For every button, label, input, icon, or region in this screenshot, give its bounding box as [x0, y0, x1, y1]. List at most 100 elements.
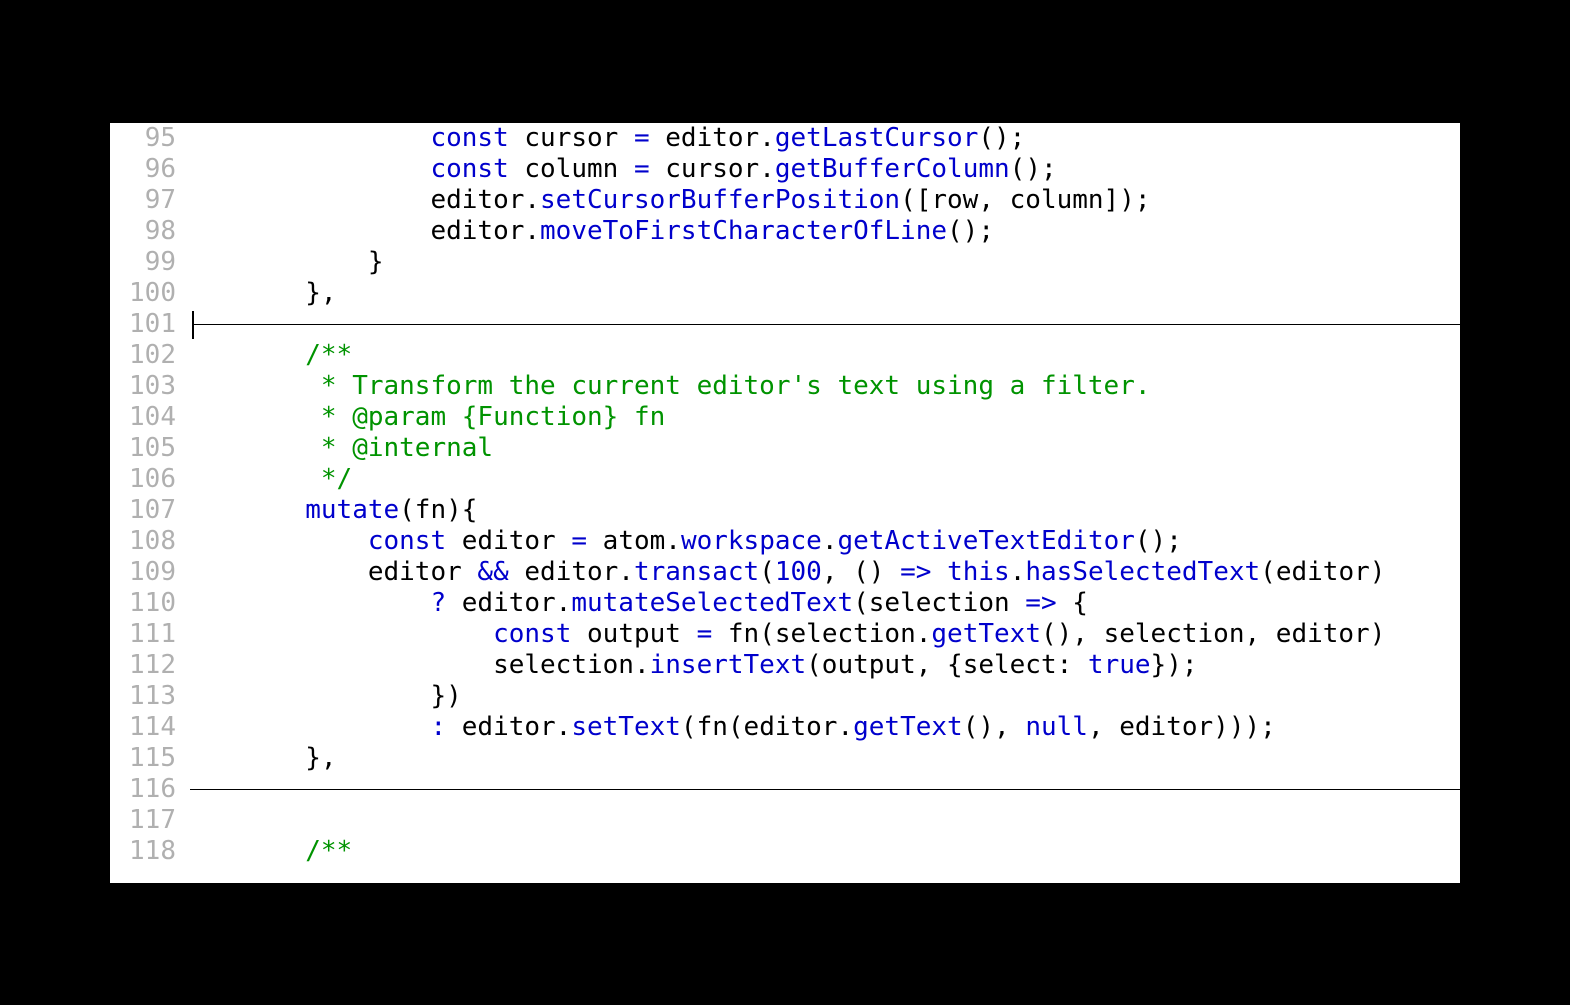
token-plain: column	[509, 154, 634, 184]
line-number: 96	[120, 154, 176, 185]
token-plain: , ()	[822, 557, 900, 587]
token-plain: },	[180, 743, 337, 773]
token-op: =>	[900, 557, 931, 587]
token-method: mutateSelectedText	[571, 588, 853, 618]
line-number: 102	[120, 340, 176, 371]
code-line[interactable]: const output = fn(selection.getText(), s…	[180, 619, 1460, 650]
token-num: 100	[775, 557, 822, 587]
token-comment: * @internal	[305, 433, 493, 463]
line-number: 113	[120, 681, 176, 712]
code-line[interactable]: const editor = atom.workspace.getActiveT…	[180, 526, 1460, 557]
code-line[interactable]: editor.moveToFirstCharacterOfLine();	[180, 216, 1460, 247]
code-line[interactable]: const cursor = editor.getLastCursor();	[180, 123, 1460, 154]
token-op: =	[634, 154, 650, 184]
code-line[interactable]: editor.setCursorBufferPosition([row, col…	[180, 185, 1460, 216]
code-line[interactable]: editor && editor.transact(100, () => thi…	[180, 557, 1460, 588]
code-line[interactable]: },	[180, 278, 1460, 309]
code-content[interactable]: const cursor = editor.getLastCursor(); c…	[180, 123, 1460, 883]
token-plain: editor.	[446, 712, 571, 742]
code-line[interactable]: : editor.setText(fn(editor.getText(), nu…	[180, 712, 1460, 743]
code-line[interactable]: },	[180, 743, 1460, 774]
code-line[interactable]: /**	[180, 836, 1460, 867]
token-plain: editor	[180, 557, 477, 587]
line-number: 104	[120, 402, 176, 433]
token-op: =	[697, 619, 713, 649]
token-keyword: const	[430, 123, 508, 153]
line-number: 101	[120, 309, 176, 340]
token-method: hasSelectedText	[1025, 557, 1260, 587]
token-plain: {	[1057, 588, 1088, 618]
token-def: mutate	[305, 495, 399, 525]
token-op: =	[571, 526, 587, 556]
line-number: 98	[120, 216, 176, 247]
token-plain: editor.	[509, 557, 634, 587]
token-plain	[180, 712, 430, 742]
token-comment: */	[305, 464, 352, 494]
code-line[interactable]	[180, 774, 1460, 805]
code-editor[interactable]: 9596979899100101102103104105106107108109…	[110, 123, 1460, 883]
token-plain	[180, 464, 305, 494]
token-plain: (output, {select:	[806, 650, 1088, 680]
token-comment: /**	[305, 836, 352, 866]
token-keyword: const	[493, 619, 571, 649]
token-plain: fn(selection.	[712, 619, 931, 649]
token-plain: ();	[1010, 154, 1057, 184]
token-plain: ();	[947, 216, 994, 246]
code-line[interactable]: }	[180, 247, 1460, 278]
token-plain	[180, 588, 430, 618]
code-line[interactable]: * @param {Function} fn	[180, 402, 1460, 433]
line-number: 111	[120, 619, 176, 650]
line-number: 103	[120, 371, 176, 402]
token-keyword: const	[368, 526, 446, 556]
token-keyword: this	[947, 557, 1010, 587]
token-plain: cursor.	[650, 154, 775, 184]
line-number: 108	[120, 526, 176, 557]
cursor-caret	[192, 311, 194, 339]
line-number: 110	[120, 588, 176, 619]
line-number: 115	[120, 743, 176, 774]
token-plain: (	[759, 557, 775, 587]
token-plain: editor	[446, 526, 571, 556]
token-plain: .	[822, 526, 838, 556]
token-plain: },	[180, 278, 337, 308]
line-number: 105	[120, 433, 176, 464]
code-line[interactable]: /**	[180, 340, 1460, 371]
code-line[interactable]: * @internal	[180, 433, 1460, 464]
token-plain	[931, 557, 947, 587]
code-line[interactable]: mutate(fn){	[180, 495, 1460, 526]
code-line[interactable]: selection.insertText(output, {select: tr…	[180, 650, 1460, 681]
token-bool: true	[1088, 650, 1151, 680]
code-line[interactable]: * Transform the current editor's text us…	[180, 371, 1460, 402]
token-plain: (fn(editor.	[681, 712, 853, 742]
token-op: =	[634, 123, 650, 153]
token-method: moveToFirstCharacterOfLine	[540, 216, 947, 246]
code-line[interactable]	[180, 309, 1460, 340]
token-op: =>	[1025, 588, 1056, 618]
token-plain: (editor)	[1260, 557, 1385, 587]
token-plain: editor.	[180, 216, 540, 246]
token-prop: workspace	[681, 526, 822, 556]
code-line[interactable]: })	[180, 681, 1460, 712]
line-number: 114	[120, 712, 176, 743]
token-plain: selection.	[180, 650, 650, 680]
line-number: 109	[120, 557, 176, 588]
token-plain: });	[1151, 650, 1198, 680]
token-plain	[180, 526, 368, 556]
token-plain	[180, 836, 305, 866]
token-method: getBufferColumn	[775, 154, 1010, 184]
code-line[interactable]: const column = cursor.getBufferColumn();	[180, 154, 1460, 185]
token-comment: * Transform the current editor's text us…	[305, 371, 1150, 401]
line-number: 106	[120, 464, 176, 495]
code-line[interactable]	[180, 805, 1460, 836]
line-number: 107	[120, 495, 176, 526]
code-line[interactable]: ? editor.mutateSelectedText(selection =>…	[180, 588, 1460, 619]
token-op: &&	[477, 557, 508, 587]
line-number: 95	[120, 123, 176, 154]
token-method: insertText	[650, 650, 807, 680]
token-plain: }	[180, 247, 384, 277]
token-method: setCursorBufferPosition	[540, 185, 900, 215]
token-plain: editor.	[446, 588, 571, 618]
token-op: ?	[430, 588, 446, 618]
token-plain: (fn){	[399, 495, 477, 525]
code-line[interactable]: */	[180, 464, 1460, 495]
